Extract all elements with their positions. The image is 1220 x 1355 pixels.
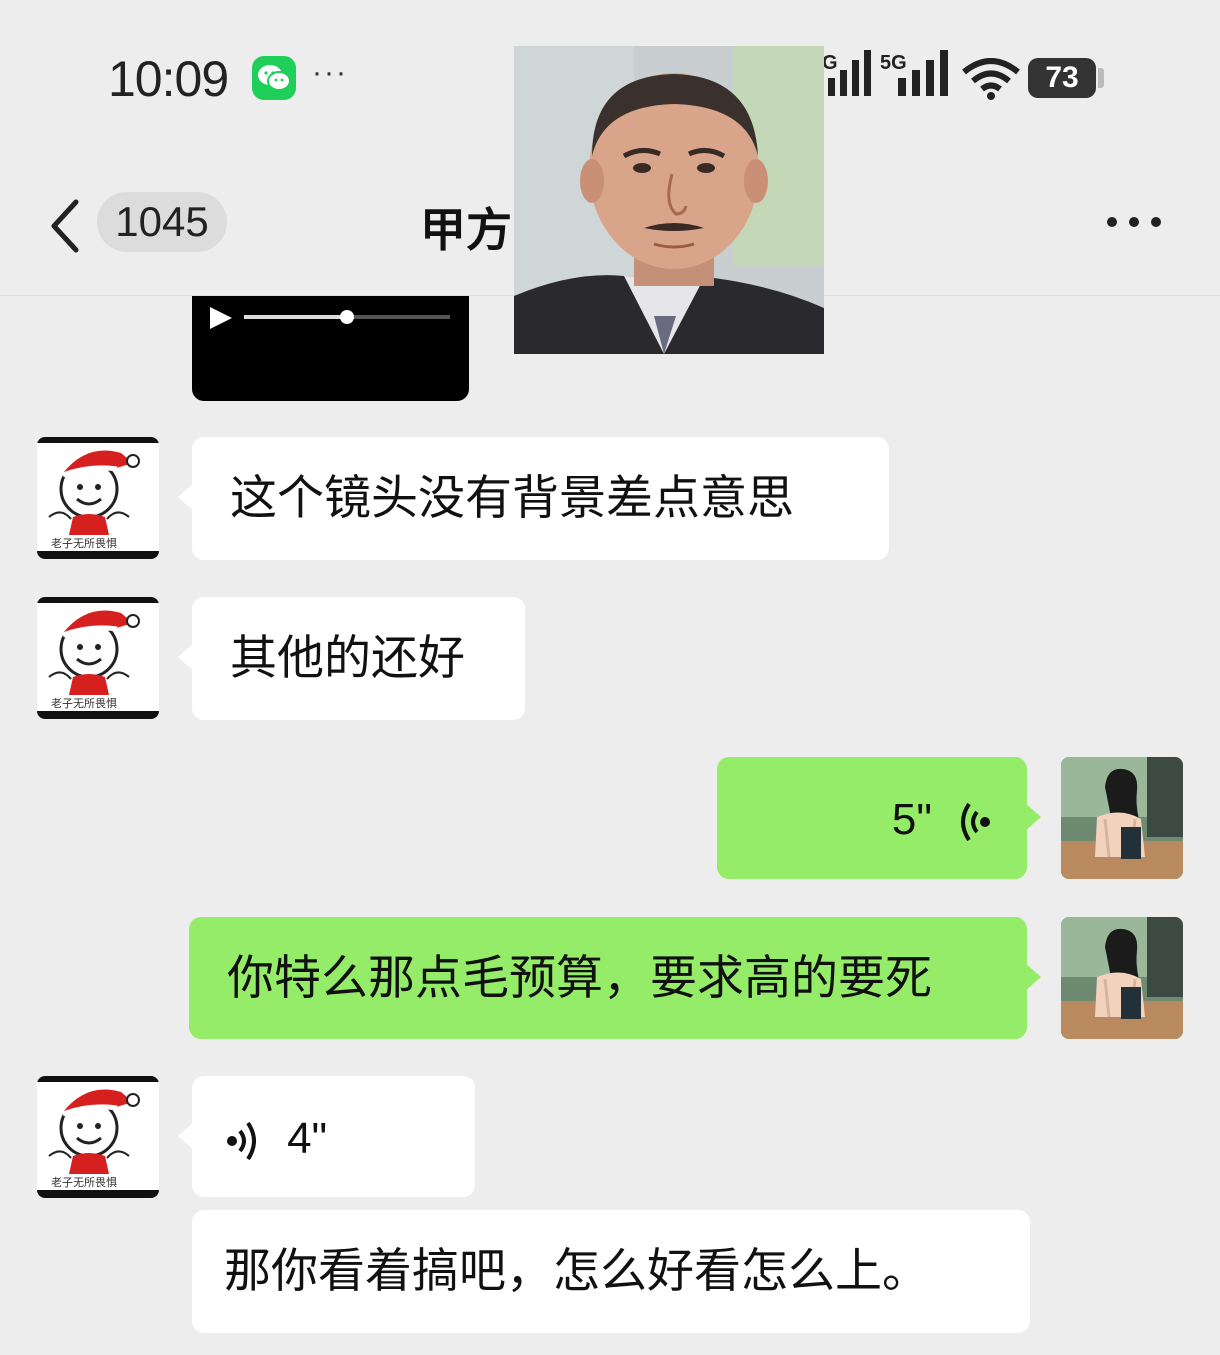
video-message[interactable] <box>192 296 469 401</box>
message-text: 那你看着搞吧，怎么好看怎么上。 <box>224 1244 929 1297</box>
video-progress-knob[interactable] <box>340 310 354 324</box>
battery-tip <box>1098 68 1104 88</box>
voice-wave-icon <box>961 802 990 841</box>
voice-message-incoming[interactable]: 4" <box>178 1076 475 1197</box>
message-bubble-incoming[interactable]: 这个镜头没有背景差点意思 <box>178 437 889 560</box>
voice-message-outgoing[interactable]: 5" <box>717 757 1041 879</box>
avatar-sender[interactable]: 老子无所畏惧 <box>37 437 159 559</box>
voice-wave-icon <box>227 1121 256 1160</box>
message-text: 你特么那点毛预算，要求高的要死 <box>227 951 932 1004</box>
chat-title: 甲方 <box>420 204 512 256</box>
battery-icon: 73 <box>1028 58 1096 98</box>
avatar-sender[interactable]: 老子无所畏惧 <box>37 1076 159 1198</box>
message-text: 其他的还好 <box>230 631 465 684</box>
signal-icon-2 <box>898 50 948 96</box>
wifi-icon <box>962 58 1020 100</box>
voice-duration: 4" <box>287 1114 328 1163</box>
voice-duration: 5" <box>891 795 932 844</box>
message-text: 这个镜头没有背景差点意思 <box>230 471 794 524</box>
message-bubble-outgoing[interactable]: 你特么那点毛预算，要求高的要死 <box>189 917 1041 1039</box>
avatar-caption: 老子无所畏惧 <box>51 538 117 550</box>
avatar-sender[interactable]: 老子无所畏惧 <box>37 597 159 719</box>
avatar-me[interactable] <box>1061 917 1183 1039</box>
wechat-icon <box>252 56 296 100</box>
avatar-caption: 老子无所畏惧 <box>51 1177 117 1189</box>
more-icon[interactable] <box>1104 214 1164 230</box>
message-bubble-incoming[interactable]: 其他的还好 <box>178 597 525 720</box>
signal-icon <box>828 50 871 96</box>
status-more-dots: ··· <box>312 56 348 89</box>
status-time: 10:09 <box>108 51 229 107</box>
meme-photo <box>514 46 824 354</box>
avatar-me[interactable] <box>1061 757 1183 879</box>
video-progress-fill <box>244 315 344 319</box>
unread-count-badge[interactable]: 1045 <box>97 192 227 252</box>
back-chevron-icon[interactable] <box>46 198 86 254</box>
avatar-caption: 老子无所畏惧 <box>51 698 117 710</box>
message-bubble-incoming[interactable]: 那你看着搞吧，怎么好看怎么上。 <box>192 1210 1030 1333</box>
play-icon[interactable] <box>208 306 234 330</box>
